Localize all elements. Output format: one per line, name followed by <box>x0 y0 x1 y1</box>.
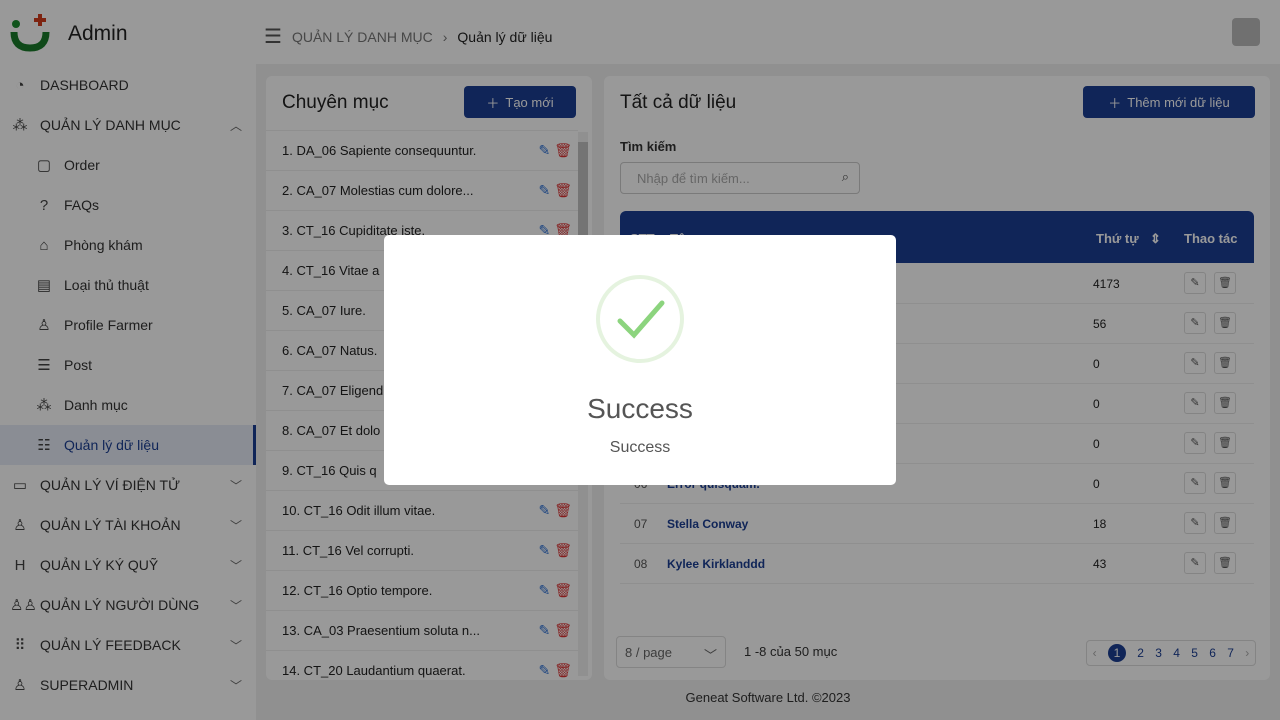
success-modal: Success Success <box>384 235 896 485</box>
success-check-icon <box>596 275 684 363</box>
modal-message: Success <box>609 439 671 456</box>
modal-title: Success <box>587 393 693 424</box>
